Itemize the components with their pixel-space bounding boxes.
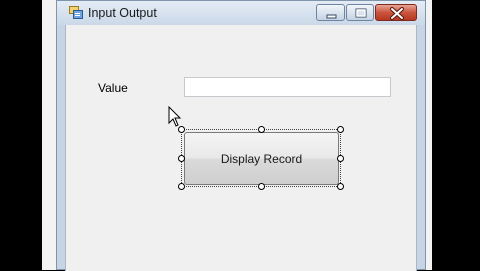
- resize-handle-top-right[interactable]: [337, 126, 344, 133]
- resize-handle-bottom-left[interactable]: [178, 183, 185, 190]
- value-input[interactable]: [184, 77, 391, 97]
- resize-handle-bottom-right[interactable]: [337, 183, 344, 190]
- window-title: Input Output: [88, 6, 157, 20]
- form-icon: [69, 6, 83, 19]
- maximize-button[interactable]: [346, 4, 374, 21]
- close-icon: [390, 7, 404, 20]
- value-label: Value: [98, 81, 128, 95]
- resize-handle-left[interactable]: [178, 155, 185, 162]
- maximize-icon: [355, 8, 367, 18]
- minimize-icon: [326, 14, 337, 19]
- display-record-button[interactable]: Display Record: [184, 132, 339, 185]
- resize-handle-top[interactable]: [258, 126, 265, 133]
- resize-handle-bottom[interactable]: [258, 183, 265, 190]
- close-button[interactable]: [375, 4, 417, 21]
- resize-handle-right[interactable]: [337, 155, 344, 162]
- mouse-cursor-icon: [168, 106, 182, 127]
- title-bar[interactable]: Input Output: [57, 1, 425, 25]
- minimize-button[interactable]: [316, 4, 345, 21]
